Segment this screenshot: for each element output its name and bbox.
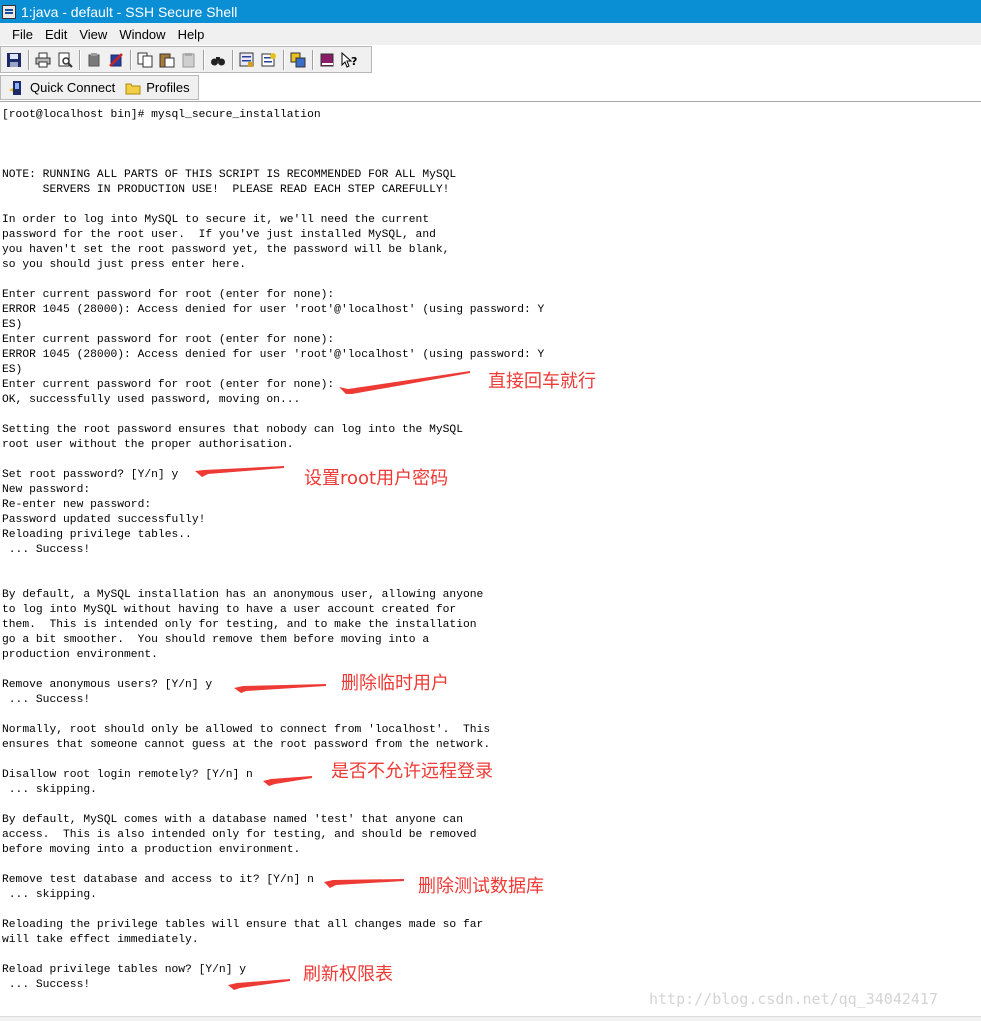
annotation-set-root: 设置root用户密码 — [304, 468, 449, 489]
arrow-set-root-icon — [195, 466, 284, 477]
arrow-reload-icon — [228, 979, 290, 990]
annotation-enter: 直接回车就行 — [488, 371, 596, 392]
watermark: http://blog.csdn.net/qq_34042417 — [649, 990, 938, 1008]
arrow-remove-test-icon — [324, 879, 404, 888]
bottom-border — [0, 1016, 981, 1021]
arrow-disallow-remote-icon — [263, 776, 312, 786]
annotation-arrows — [195, 371, 470, 990]
arrow-remove-anon-icon — [234, 684, 326, 693]
annotation-remove-anon: 删除临时用户 — [341, 673, 449, 694]
annotation-reload: 刷新权限表 — [303, 964, 393, 985]
annotation-remove-test: 删除测试数据库 — [418, 876, 544, 897]
annotation-disallow-remote: 是否不允许远程登录 — [331, 761, 493, 782]
arrow-enter-icon — [339, 371, 470, 394]
